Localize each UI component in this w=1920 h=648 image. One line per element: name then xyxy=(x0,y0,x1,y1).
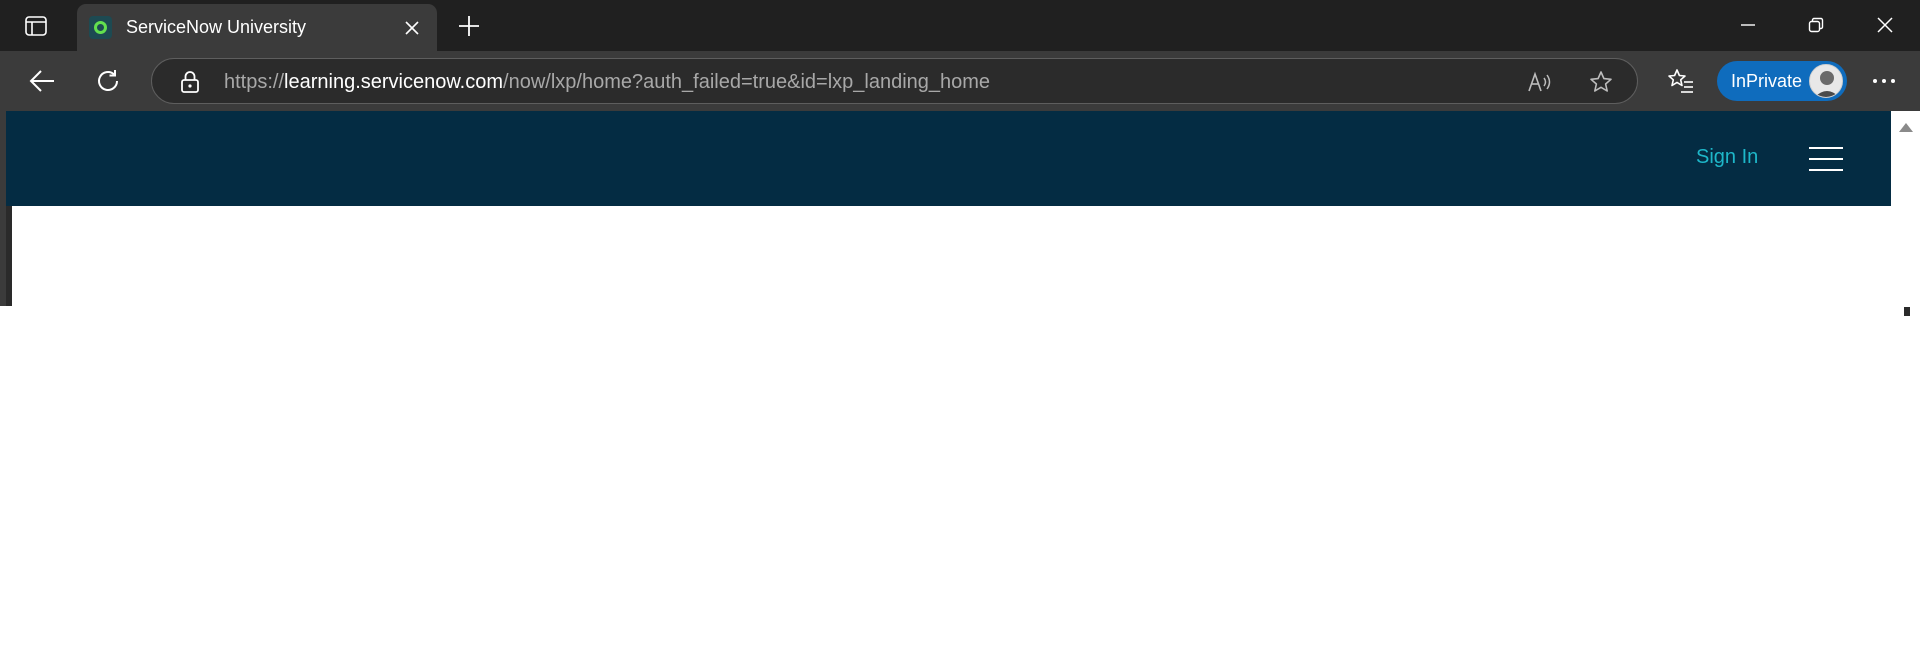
read-aloud-icon[interactable] xyxy=(1527,69,1553,95)
favorite-star-icon[interactable] xyxy=(1588,69,1614,95)
hamburger-menu-icon[interactable] xyxy=(1809,145,1843,173)
restore-icon[interactable] xyxy=(1796,8,1836,42)
address-bar[interactable]: https://learning.servicenow.com/now/lxp/… xyxy=(151,58,1638,104)
site-header: Sign In xyxy=(6,111,1891,206)
tab-actions-icon[interactable] xyxy=(14,12,58,40)
tab-strip: ServiceNow University xyxy=(0,0,1920,51)
new-tab-icon[interactable] xyxy=(455,12,483,40)
servicenow-favicon-icon xyxy=(89,16,112,39)
back-icon[interactable] xyxy=(24,63,60,99)
avatar xyxy=(1809,64,1843,98)
close-window-icon[interactable] xyxy=(1865,8,1905,42)
inprivate-label: InPrivate xyxy=(1731,71,1803,91)
url-host: learning.servicenow.com xyxy=(284,71,504,93)
tab-title: ServiceNow University xyxy=(126,17,307,37)
url-scheme: https:// xyxy=(224,71,285,93)
scroll-up-arrow-icon[interactable] xyxy=(1899,123,1913,132)
vertical-scrollbar[interactable] xyxy=(1891,111,1920,306)
url-text[interactable]: https://learning.servicenow.com/now/lxp/… xyxy=(224,71,990,94)
site-info-lock-icon[interactable] xyxy=(178,70,202,94)
favorites-icon[interactable] xyxy=(1663,63,1699,99)
page-left-edge xyxy=(6,206,12,306)
url-path: /now/lxp/home?auth_failed=true&id=lxp_la… xyxy=(503,71,991,93)
web-page: Sign In xyxy=(6,111,1891,306)
sign-in-link[interactable]: Sign In xyxy=(1696,146,1758,169)
minimize-icon[interactable] xyxy=(1728,8,1768,42)
settings-more-icon[interactable] xyxy=(1866,63,1902,99)
active-tab[interactable]: ServiceNow University xyxy=(77,4,437,51)
scrollbar-thumb[interactable] xyxy=(1904,307,1910,316)
inprivate-profile-button[interactable]: InPrivate xyxy=(1717,61,1847,101)
tab-close-icon[interactable] xyxy=(400,16,424,40)
refresh-icon[interactable] xyxy=(90,63,126,99)
